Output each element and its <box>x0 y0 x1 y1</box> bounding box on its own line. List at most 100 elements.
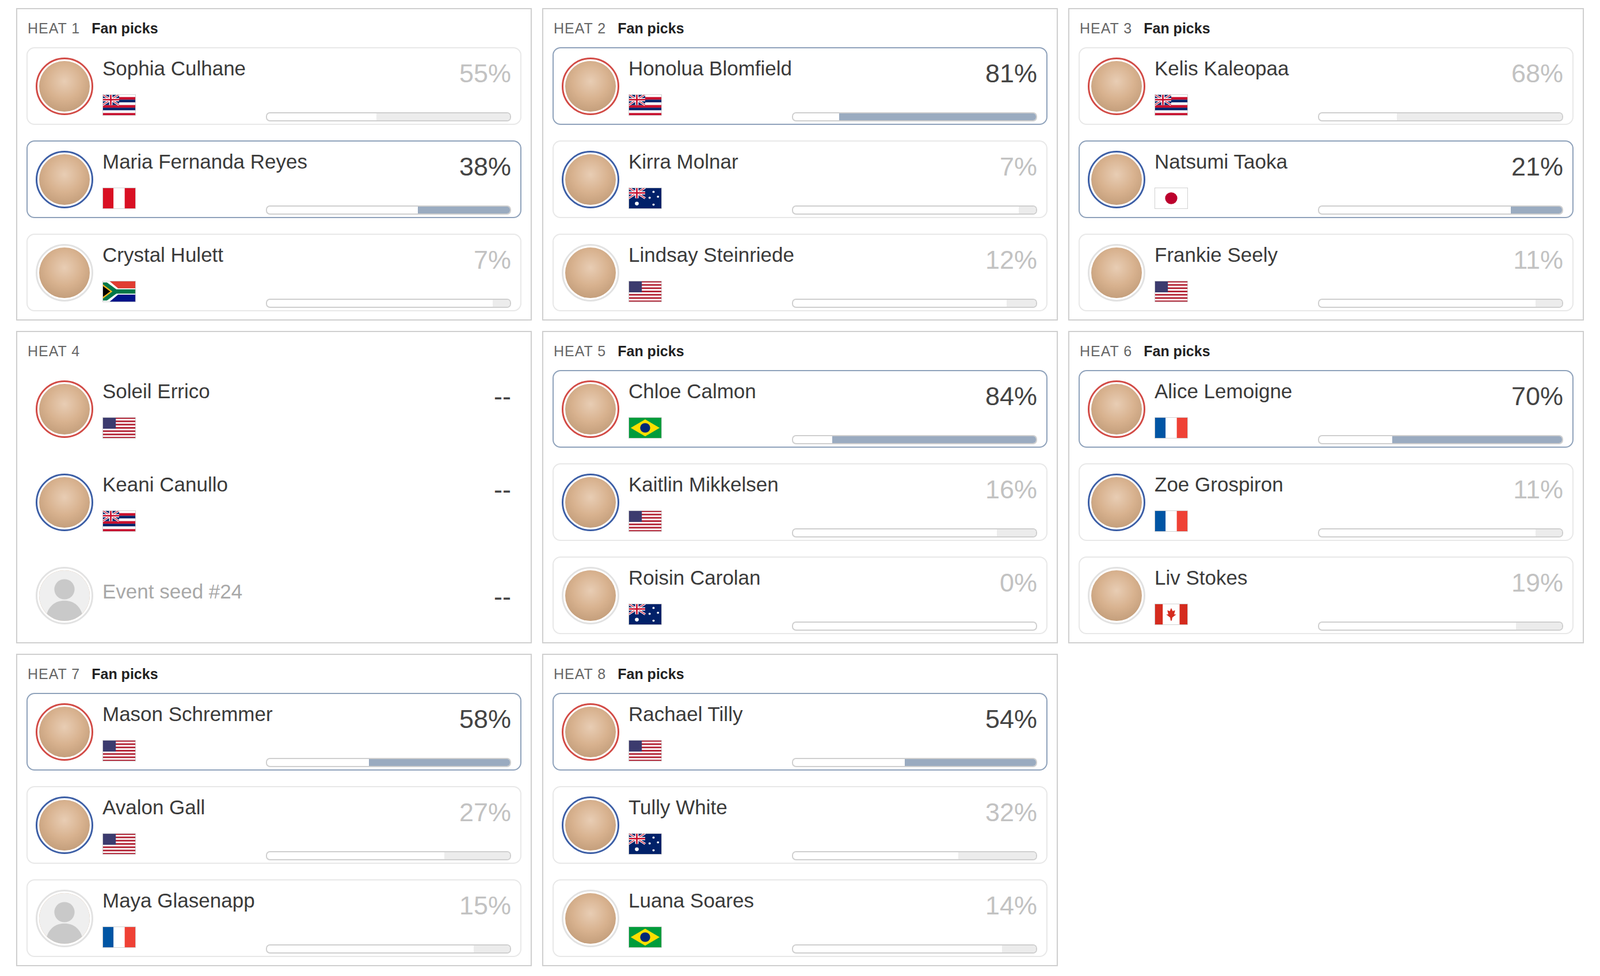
pick-bar-fill <box>1396 113 1563 121</box>
pick-percent: 19% <box>1511 568 1564 598</box>
heat-card: HEAT 8Fan picksRachael Tilly54%Tully Whi… <box>542 653 1058 967</box>
surfer-photo <box>39 477 90 528</box>
surfer-photo <box>565 477 616 528</box>
pick-bar <box>1317 435 1564 445</box>
surfer-avatar <box>1087 566 1146 625</box>
surfer-entry[interactable]: Natsumi Taoka21% <box>1078 140 1574 219</box>
pick-bar <box>265 851 512 861</box>
surfer-name: Rachael Tilly <box>628 702 743 727</box>
pick-bar-fill <box>904 759 1036 767</box>
surfer-entry[interactable]: Mason Schremmer58% <box>26 692 522 771</box>
pick-percent: 68% <box>1511 58 1564 89</box>
surfer-entry[interactable]: Honolua Blomfield81% <box>552 47 1048 125</box>
surfer-entry[interactable]: Kirra Molnar7% <box>552 140 1048 219</box>
pick-percent: 55% <box>459 58 512 89</box>
heat-header: HEAT 1Fan picks <box>26 9 522 48</box>
pick-percent: 32% <box>985 797 1038 828</box>
surfer-entry[interactable]: Frankie Seely11% <box>1078 233 1574 312</box>
surfer-entry[interactable]: Sophia Culhane 55% <box>26 47 522 125</box>
pick-percent: 84% <box>985 381 1038 412</box>
surfer-avatar <box>561 889 620 948</box>
surfer-avatar <box>35 796 94 855</box>
heat-header: HEAT 2Fan picks <box>552 9 1048 48</box>
surfer-name: Event seed #24 <box>102 579 243 604</box>
pick-bar <box>791 528 1038 538</box>
surfer-entry[interactable]: Alice Lemoigne70% <box>1078 370 1574 448</box>
pick-bar-fill <box>1535 529 1563 537</box>
pick-bar-fill <box>1002 945 1036 953</box>
pick-bar <box>791 757 1038 768</box>
surfer-entry[interactable]: Lindsay Steinriede12% <box>552 233 1048 312</box>
heat-title: HEAT 8 <box>553 665 607 683</box>
surfer-name: Avalon Gall <box>102 795 205 820</box>
heat-header: HEAT 4 <box>26 332 522 371</box>
surfer-photo <box>565 383 616 435</box>
surfer-avatar <box>1087 380 1146 438</box>
pick-bar <box>265 944 512 954</box>
australia-flag-icon <box>628 603 662 626</box>
pick-bar-fill <box>839 113 1036 121</box>
heat-header: HEAT 6Fan picks <box>1078 332 1574 371</box>
pick-percent: 58% <box>459 704 512 735</box>
usa-flag-icon <box>628 510 662 532</box>
surfer-name: Zoe Grospiron <box>1154 472 1284 497</box>
surfer-name: Kelis Kaleopaa <box>1154 56 1290 81</box>
australia-flag-icon <box>628 833 662 855</box>
pick-percent: -- <box>493 474 512 505</box>
pick-bar-fill <box>444 852 510 860</box>
surfer-name: Roisin Carolan <box>628 565 761 590</box>
surfer-name: Kaitlin Mikkelsen <box>628 472 779 497</box>
pick-bar-fill <box>1018 206 1036 214</box>
surfer-entry[interactable]: Crystal Hulett7% <box>26 233 522 312</box>
surfer-avatar <box>35 57 94 116</box>
surfer-entry[interactable]: Chloe Calmon84% <box>552 370 1048 448</box>
surfer-photo <box>39 706 90 758</box>
pick-bar-fill <box>832 436 1036 444</box>
surfer-avatar <box>35 566 94 625</box>
surfer-avatar <box>1087 473 1146 532</box>
pick-bar-fill <box>1535 299 1563 307</box>
pick-bar <box>791 944 1038 954</box>
pick-bar-fill <box>492 299 510 307</box>
surfer-name: Maya Glasenapp <box>102 888 255 913</box>
pick-bar-fill <box>958 852 1036 860</box>
heat-label: Fan picks <box>91 20 158 37</box>
heat-header: HEAT 5Fan picks <box>552 332 1048 371</box>
heat-label: Fan picks <box>91 665 158 683</box>
surfer-entry[interactable]: Zoe Grospiron11% <box>1078 463 1574 542</box>
surfer-photo <box>39 247 90 299</box>
peru-flag-icon <box>102 187 136 209</box>
heats-board: HEAT 1Fan picks Sophia Culhane 55% Maria Fe… <box>0 0 1600 976</box>
surfer-photo <box>1091 154 1142 205</box>
person-placeholder-icon <box>39 893 90 944</box>
pick-percent: -- <box>493 581 512 612</box>
pick-percent: 12% <box>985 245 1038 276</box>
surfer-entry[interactable]: Tully White32% <box>552 786 1048 864</box>
surfer-entry[interactable]: Rachael Tilly54% <box>552 692 1048 771</box>
heat-label: Fan picks <box>617 20 684 37</box>
surfer-entry[interactable]: Kaitlin Mikkelsen16% <box>552 463 1048 542</box>
surfer-avatar <box>561 150 620 209</box>
pick-bar <box>791 435 1038 445</box>
surfer-entry[interactable]: Avalon Gall27% <box>26 786 522 864</box>
canada-flag-icon <box>1154 603 1188 626</box>
surfer-avatar <box>561 796 620 855</box>
heat-title: HEAT 4 <box>27 343 80 360</box>
heat-card: HEAT 1Fan picks Sophia Culhane 55% Maria Fe… <box>16 8 532 321</box>
france-flag-icon <box>102 926 136 948</box>
surfer-entry[interactable]: Maria Fernanda Reyes38% <box>26 140 522 219</box>
surfer-name: Natsumi Taoka <box>1154 149 1288 174</box>
surfer-entry[interactable]: Maya Glasenapp15% <box>26 879 522 958</box>
japan-flag-icon <box>1154 187 1188 209</box>
usa-flag-icon <box>102 740 136 762</box>
pick-bar <box>791 298 1038 308</box>
surfer-name: Sophia Culhane <box>102 56 246 81</box>
heat-card: HEAT 4Soleil Errico--Keani Canullo--Even… <box>16 330 532 644</box>
surfer-entry[interactable]: Roisin Carolan0% <box>552 556 1048 635</box>
brazil-flag-icon <box>628 417 662 439</box>
surfer-entry[interactable]: Liv Stokes19% <box>1078 556 1574 635</box>
surfer-name: Soleil Errico <box>102 379 211 404</box>
surfer-entry[interactable]: Kelis Kaleopaa 68% <box>1078 47 1574 125</box>
heat-card: HEAT 7Fan picksMason Schremmer58%Avalon … <box>16 653 532 967</box>
surfer-entry[interactable]: Luana Soares14% <box>552 879 1048 958</box>
